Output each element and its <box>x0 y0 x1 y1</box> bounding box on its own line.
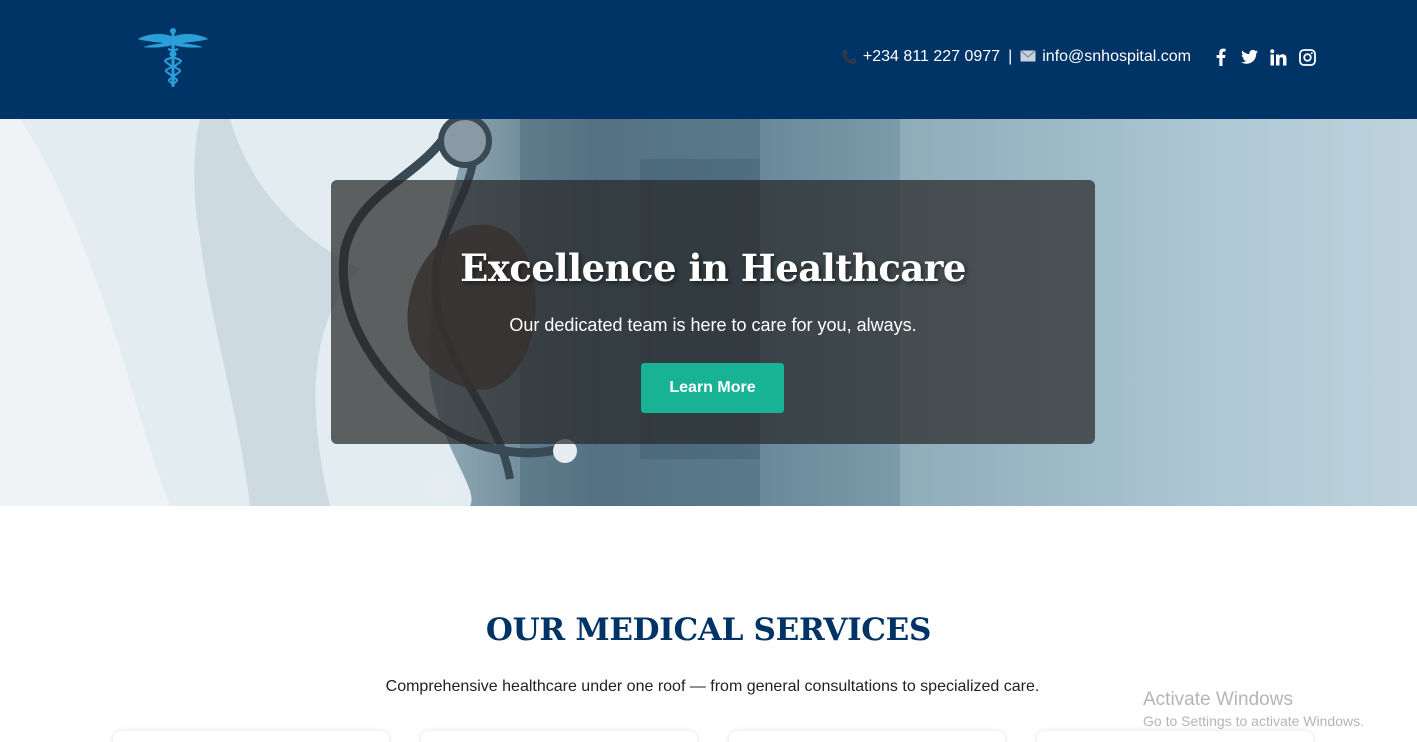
phone-number[interactable]: +234 811 227 0977 <box>863 48 1000 66</box>
service-card[interactable] <box>113 731 389 742</box>
mail-icon <box>1020 49 1037 65</box>
hero-title: Excellence in Healthcare <box>460 246 966 290</box>
service-card[interactable] <box>729 731 1005 742</box>
email-address[interactable]: info@snhospital.com <box>1042 48 1191 66</box>
contact-info: +234 811 227 0977 | info@snhospital.com <box>841 48 1191 66</box>
caduceus-logo-icon[interactable] <box>136 27 210 89</box>
hero-subtitle: Our dedicated team is here to care for y… <box>509 315 917 335</box>
twitter-icon[interactable] <box>1241 48 1258 66</box>
activate-windows-hint: Go to Settings to activate Windows. <box>1143 713 1364 729</box>
linkedin-icon[interactable] <box>1270 48 1287 66</box>
instagram-icon[interactable] <box>1299 48 1316 66</box>
service-card[interactable] <box>1037 731 1313 742</box>
site-header: +234 811 227 0977 | info@snhospital.com <box>0 0 1417 119</box>
service-card[interactable] <box>421 731 697 742</box>
social-links <box>1212 48 1316 66</box>
phone-icon <box>841 49 857 65</box>
facebook-icon[interactable] <box>1212 48 1229 66</box>
hero-banner: Excellence in Healthcare Our dedicated t… <box>0 119 1417 506</box>
contact-separator: | <box>1008 48 1013 65</box>
learn-more-button[interactable]: Learn More <box>641 363 784 413</box>
hero-overlay-card: Excellence in Healthcare Our dedicated t… <box>331 180 1095 444</box>
services-heading: OUR MEDICAL SERVICES <box>485 612 932 648</box>
activate-windows-title: Activate Windows <box>1143 689 1293 710</box>
